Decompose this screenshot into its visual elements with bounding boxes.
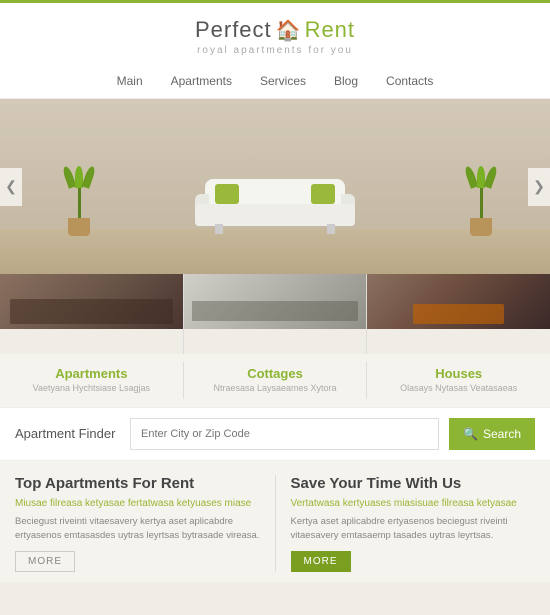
right-subheading: Vertatwasa kertyuases miasisuae filreasa… [291, 498, 536, 509]
logo-tagline: royal apartments for you [0, 45, 550, 56]
search-label: Apartment Finder [15, 426, 120, 441]
pillow-right [311, 184, 335, 204]
main-nav: Main Apartments Services Blog Contacts [0, 66, 550, 99]
leg-1 [215, 224, 223, 234]
sofa-legs [215, 224, 335, 234]
nav-item-apartments[interactable]: Apartments [171, 74, 232, 88]
category-houses-desc: Olasays Nytasas Veatasaeas [375, 383, 542, 395]
pot [470, 218, 492, 236]
search-button-label: Search [483, 427, 521, 441]
category-apartments-title: Apartments [8, 366, 175, 381]
hero-background [0, 99, 550, 274]
right-heading: Save Your Time With Us [291, 475, 536, 493]
hero-section: ❮ ❯ [0, 99, 550, 274]
plant-right [467, 166, 495, 236]
left-heading: Top Apartments For Rent [15, 475, 260, 493]
category-houses-title: Houses [375, 366, 542, 381]
category-cottages-desc: Ntraesasa Laysaeames Xytora [192, 383, 359, 395]
search-icon: 🔍 [463, 427, 478, 441]
site-header: Perfect 🏠 Rent royal apartments for you [0, 0, 550, 66]
thumb-bedroom[interactable] [0, 274, 183, 354]
nav-item-services[interactable]: Services [260, 74, 306, 88]
leaf-3 [81, 165, 96, 188]
nav-item-contacts[interactable]: Contacts [386, 74, 433, 88]
bedroom-image [0, 274, 183, 329]
search-button[interactable]: 🔍 Search [449, 418, 535, 450]
thumb-livingroom[interactable] [184, 274, 367, 354]
sofa-seat [195, 204, 355, 226]
house-icon: 🏠 [276, 18, 301, 43]
logo-perfect: Perfect [195, 17, 272, 43]
fireplace-image [367, 274, 550, 329]
category-apartments[interactable]: Apartments Vaetyana Hychtsiase Lsagjas [0, 362, 184, 399]
search-input[interactable] [130, 418, 439, 450]
sofa [195, 179, 355, 234]
category-section: Apartments Vaetyana Hychtsiase Lsagjas C… [0, 354, 550, 407]
category-apartments-desc: Vaetyana Hychtsiase Lsagjas [8, 383, 175, 395]
nav-item-blog[interactable]: Blog [334, 74, 358, 88]
content-left: Top Apartments For Rent Miusae filreasa … [15, 475, 260, 573]
leaf-3 [483, 165, 498, 188]
nav-item-main[interactable]: Main [117, 74, 143, 88]
thumb-fireplace[interactable] [367, 274, 550, 354]
hero-prev-button[interactable]: ❮ [0, 168, 22, 206]
category-cottages-title: Cottages [192, 366, 359, 381]
left-subheading: Miusae filreasa ketyasae fertatwasa kety… [15, 498, 260, 509]
logo-rent: Rent [305, 17, 355, 43]
logo: Perfect 🏠 Rent [0, 17, 550, 43]
left-body-text: Beciegust riveinti vitaesavery kertyа as… [15, 515, 260, 544]
pillow-left [215, 184, 239, 204]
stem [480, 188, 483, 218]
content-right: Save Your Time With Us Vertatwasa kertyu… [291, 475, 536, 573]
right-body-text: Kertyа aset aplicabdre ertyasenos becieg… [291, 515, 536, 544]
category-cottages[interactable]: Cottages Ntraesasa Laysaeames Xytora [184, 362, 368, 399]
leg-2 [327, 224, 335, 234]
bottom-section: Top Apartments For Rent Miusae filreasa … [0, 461, 550, 583]
right-more-button[interactable]: MORE [291, 551, 351, 572]
livingroom-image [184, 274, 367, 329]
search-bar: Apartment Finder 🔍 Search [0, 407, 550, 461]
category-houses[interactable]: Houses Olasays Nytasas Veatasaeas [367, 362, 550, 399]
stem [78, 188, 81, 218]
content-divider [275, 475, 276, 573]
thumbnail-strip [0, 274, 550, 354]
hero-next-button[interactable]: ❯ [528, 168, 550, 206]
pot [68, 218, 90, 236]
left-more-button[interactable]: MORE [15, 551, 75, 572]
plant-left [65, 166, 93, 236]
